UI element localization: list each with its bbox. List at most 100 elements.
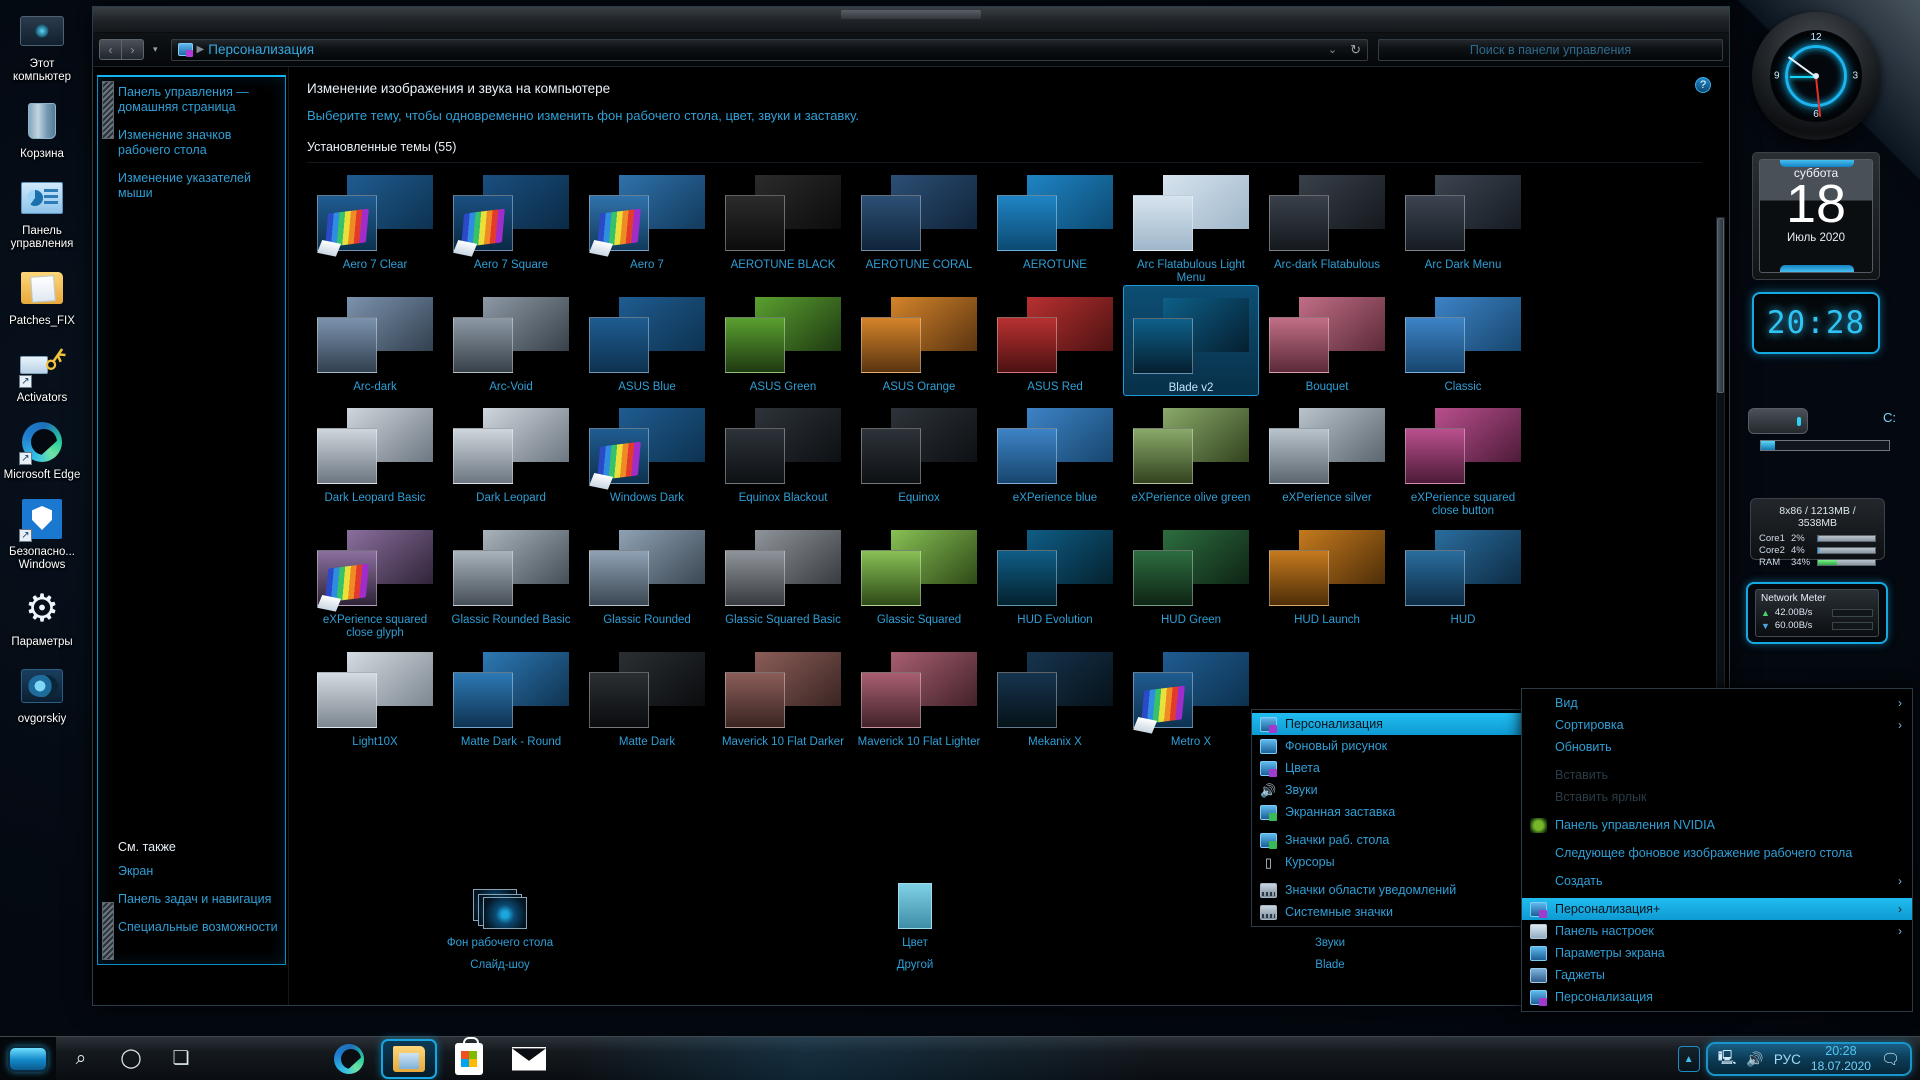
desktop-menu-item-17[interactable]: Персонализация: [1522, 986, 1912, 1008]
breadcrumb-current[interactable]: Персонализация: [208, 42, 314, 57]
theme-item[interactable]: Bouquet: [1259, 285, 1395, 396]
theme-item[interactable]: Metro X: [1123, 640, 1259, 749]
theme-item[interactable]: AEROTUNE BLACK: [715, 163, 851, 285]
system-monitor-gadget[interactable]: 8x86 / 1213MB / 3538MB Core1 2% Core2 4%…: [1750, 498, 1885, 568]
theme-item[interactable]: Aero 7 Square: [443, 163, 579, 285]
chevron-down-icon[interactable]: ⌄: [1328, 43, 1337, 56]
personalization-menu-item-7[interactable]: ▯ Курсоры: [1252, 851, 1526, 873]
theme-item[interactable]: HUD Launch: [1259, 518, 1395, 640]
personalization-menu-item-2[interactable]: Цвета: [1252, 757, 1526, 779]
cortana-icon[interactable]: ◯: [106, 1037, 156, 1080]
network-meter-gadget[interactable]: Network Meter ▲ 42.00B/s ▼ 60.00B/s: [1746, 582, 1888, 644]
search-icon[interactable]: ⌕: [56, 1037, 106, 1080]
personalization-menu-item-10[interactable]: Системные значки: [1252, 901, 1526, 923]
sidebar-link-desktop-icons[interactable]: Изменение значков рабочего стола: [118, 128, 277, 158]
theme-item[interactable]: Arc-dark Flatabulous: [1259, 163, 1395, 285]
theme-item[interactable]: Classic: [1395, 285, 1531, 396]
refresh-icon[interactable]: ↻: [1350, 42, 1361, 58]
analog-clock-gadget[interactable]: 12 3 6 9: [1752, 12, 1880, 140]
personalization-menu-item-4[interactable]: Экранная заставка: [1252, 801, 1526, 823]
desktop-menu-item-7[interactable]: Панель управления NVIDIA: [1522, 814, 1912, 836]
theme-item[interactable]: HUD Evolution: [987, 518, 1123, 640]
theme-item[interactable]: ASUS Red: [987, 285, 1123, 396]
personalization-menu-item-0[interactable]: Персонализация: [1252, 713, 1526, 735]
desktop-menu-item-11[interactable]: Создать ›: [1522, 870, 1912, 892]
search-input[interactable]: Поиск в панели управления: [1378, 38, 1723, 61]
drive-meter-gadget[interactable]: C:: [1742, 408, 1902, 462]
sidebar-link-mouse-pointers[interactable]: Изменение указателей мыши: [118, 171, 277, 201]
theme-item[interactable]: Equinox Blackout: [715, 396, 851, 518]
desktop-menu-item-14[interactable]: Панель настроек ›: [1522, 920, 1912, 942]
desktop-menu-item-16[interactable]: Гаджеты: [1522, 964, 1912, 986]
theme-item[interactable]: Glassic Squared: [851, 518, 987, 640]
theme-item[interactable]: AEROTUNE: [987, 163, 1123, 285]
personalization-menu-item-6[interactable]: Значки раб. стола: [1252, 829, 1526, 851]
desktop-icon-microsoft-edge[interactable]: ↗ Microsoft Edge: [0, 419, 84, 482]
see-also-link-ease-of-access[interactable]: Специальные возможности: [118, 920, 278, 935]
desktop-icon-patches-fix[interactable]: Patches_FIX: [0, 265, 84, 328]
help-icon[interactable]: ?: [1695, 77, 1711, 93]
theme-item[interactable]: Matte Dark - Round: [443, 640, 579, 749]
calendar-gadget[interactable]: суббота 18 Июль 2020: [1752, 152, 1880, 280]
see-also-link-display[interactable]: Экран: [118, 864, 278, 879]
network-icon[interactable]: 🖳: [1718, 1047, 1737, 1071]
desktop-background-setting[interactable]: Фон рабочего стола Слайд-шоу: [415, 877, 585, 987]
digital-clock-gadget[interactable]: 20:28: [1752, 292, 1880, 354]
desktop-context-menu[interactable]: Вид › Сортировка › Обновить Вставить Вставить …: [1521, 688, 1913, 1012]
theme-item[interactable]: eXPerience olive green: [1123, 396, 1259, 518]
desktop-menu-item-15[interactable]: Параметры экрана: [1522, 942, 1912, 964]
tray-clock[interactable]: 20:28 18.07.2020: [1811, 1044, 1871, 1074]
desktop-icon-ovgorskiy[interactable]: ovgorskiy: [0, 663, 84, 726]
start-button[interactable]: [0, 1036, 56, 1080]
theme-item[interactable]: Blade v2: [1123, 285, 1259, 396]
desktop-menu-item-13[interactable]: Персонализация+ ›: [1522, 898, 1912, 920]
theme-item[interactable]: Dark Leopard: [443, 396, 579, 518]
forward-button[interactable]: ›: [121, 39, 144, 60]
theme-item[interactable]: Mekanix X: [987, 640, 1123, 749]
color-setting[interactable]: Цвет Другой: [830, 877, 1000, 987]
recent-locations-button[interactable]: ▾: [149, 44, 162, 55]
theme-item[interactable]: Equinox: [851, 396, 987, 518]
show-hidden-icons-button[interactable]: ▲: [1677, 1046, 1700, 1072]
desktop-icon-control-panel[interactable]: Панель управления: [0, 175, 84, 251]
desktop-icon-windows-security[interactable]: ↗ Безопасно... Windows: [0, 496, 84, 572]
personalization-menu-item-3[interactable]: 🔊 Звуки: [1252, 779, 1526, 801]
see-also-link-taskbar[interactable]: Панель задач и навигация: [118, 892, 278, 907]
theme-item[interactable]: eXPerience squared close glyph: [307, 518, 443, 640]
window-titlebar[interactable]: [93, 7, 1729, 33]
language-indicator[interactable]: РУС: [1774, 1052, 1801, 1067]
action-center-icon[interactable]: 🗨: [1881, 1050, 1900, 1068]
theme-item[interactable]: HUD Green: [1123, 518, 1259, 640]
personalization-menu-item-1[interactable]: Фоновый рисунок: [1252, 735, 1526, 757]
theme-item[interactable]: Windows Dark: [579, 396, 715, 518]
desktop-menu-item-2[interactable]: Обновить: [1522, 736, 1912, 758]
theme-item[interactable]: Arc Dark Menu: [1395, 163, 1531, 285]
desktop-menu-item-1[interactable]: Сортировка ›: [1522, 714, 1912, 736]
personalization-menu-item-9[interactable]: Значки области уведомлений: [1252, 879, 1526, 901]
theme-item[interactable]: Maverick 10 Flat Darker: [715, 640, 851, 749]
theme-item[interactable]: ASUS Orange: [851, 285, 987, 396]
theme-item[interactable]: Dark Leopard Basic: [307, 396, 443, 518]
theme-item[interactable]: Maverick 10 Flat Lighter: [851, 640, 987, 749]
theme-item[interactable]: HUD: [1395, 518, 1531, 640]
theme-item[interactable]: Glassic Squared Basic: [715, 518, 851, 640]
mail-taskbar-icon[interactable]: [501, 1037, 557, 1080]
theme-item[interactable]: Matte Dark: [579, 640, 715, 749]
theme-item[interactable]: Aero 7: [579, 163, 715, 285]
theme-item[interactable]: Arc-dark: [307, 285, 443, 396]
task-view-icon[interactable]: ❏: [156, 1037, 206, 1080]
desktop-menu-item-9[interactable]: Следующее фоновое изображение рабочего с…: [1522, 842, 1912, 864]
theme-item[interactable]: Light10X: [307, 640, 443, 749]
desktop-icon-this-pc[interactable]: Этот компьютер: [0, 8, 84, 84]
theme-item[interactable]: Glassic Rounded: [579, 518, 715, 640]
scrollbar-thumb[interactable]: [1717, 218, 1724, 393]
personalization-submenu[interactable]: Персонализация Фоновый рисунок Цвета 🔊 Звуки…: [1251, 709, 1527, 927]
back-button[interactable]: ‹: [99, 39, 122, 60]
theme-item[interactable]: eXPerience squared close button: [1395, 396, 1531, 518]
file-explorer-taskbar-icon[interactable]: [381, 1038, 437, 1079]
theme-item[interactable]: AEROTUNE CORAL: [851, 163, 987, 285]
theme-item[interactable]: Arc-Void: [443, 285, 579, 396]
desktop-icon-recycle-bin[interactable]: Корзина: [0, 98, 84, 161]
desktop-icon-settings[interactable]: ⚙ Параметры: [0, 586, 84, 649]
theme-item[interactable]: ASUS Blue: [579, 285, 715, 396]
